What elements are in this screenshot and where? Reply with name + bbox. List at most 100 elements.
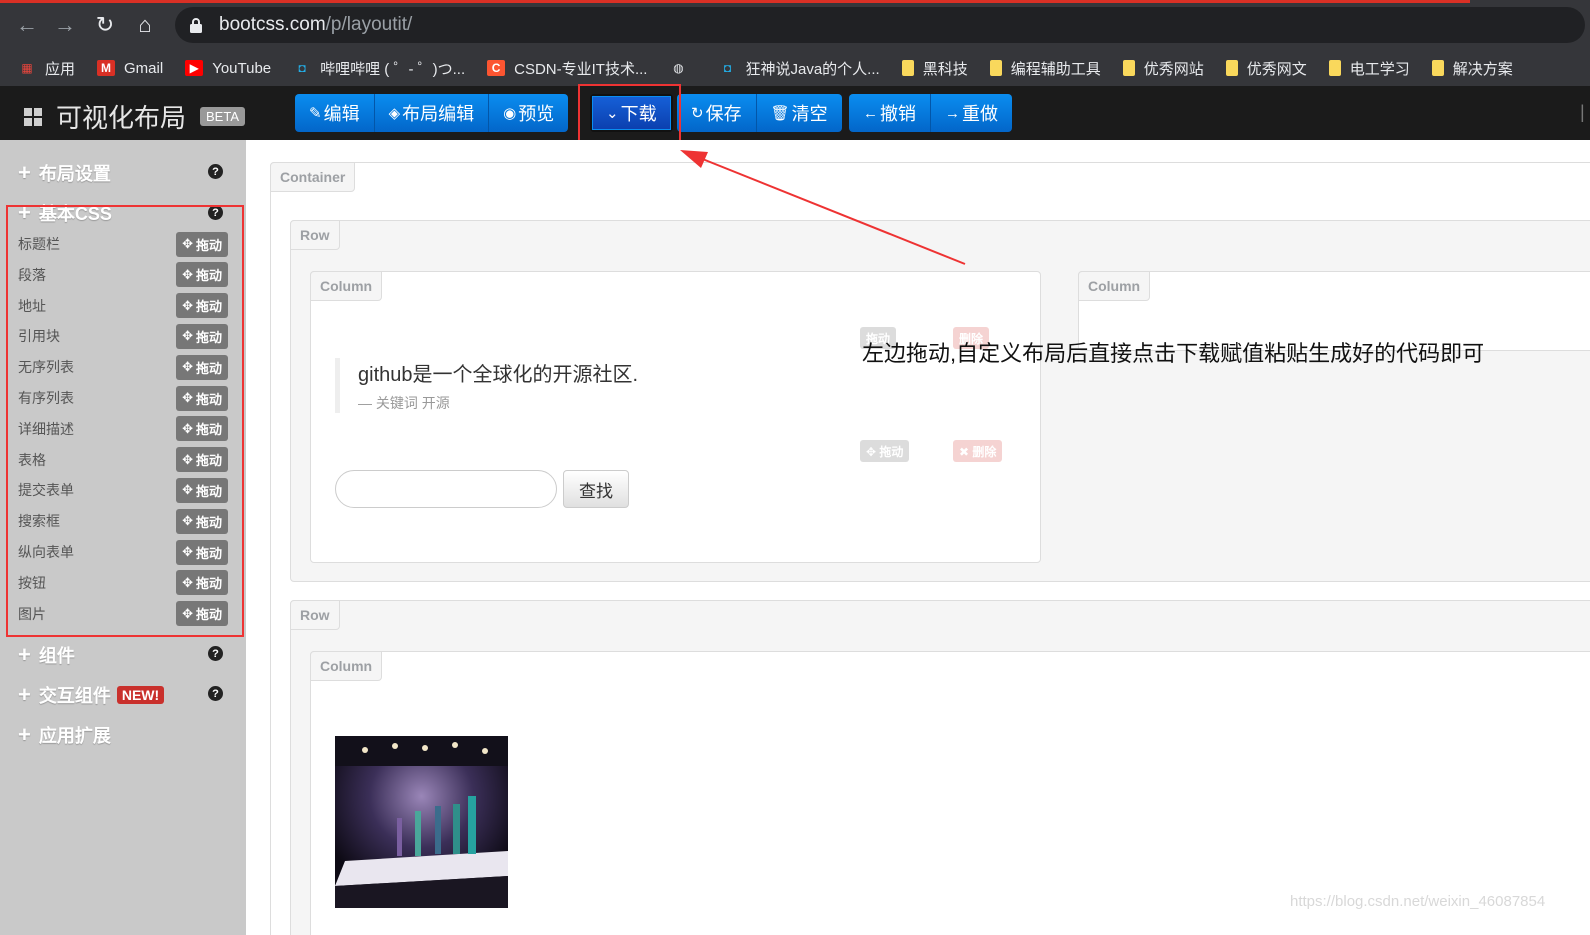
annotation-text: 左边拖动,自定义布局后直接点击下载赋值粘贴生成好的代码即可 (862, 341, 1485, 366)
bookmark-item[interactable]: ◍ (669, 60, 696, 76)
edit-button-group: ✎ 编辑 ◈ 布局编辑 ◉ 预览 (295, 94, 569, 132)
section-label: 组件 (38, 646, 75, 666)
home-icon[interactable]: ⌂ (130, 10, 160, 40)
brand-title: 可视化布局 (56, 103, 187, 133)
canvas-area: Container Row Column 拖动 删除 github是一个全球化的… (246, 140, 1590, 935)
bookmark-item[interactable]: 黑科技 (901, 58, 968, 79)
bookmark-item[interactable]: ◘ 狂神说Java的个人... (718, 58, 880, 79)
section-layout-settings[interactable]: + 布局设置 (18, 160, 111, 186)
layout-edit-button[interactable]: ◈ 布局编辑 (374, 94, 490, 132)
bookmark-label: Gmail (124, 59, 164, 77)
arrow-left-icon: ← (863, 104, 878, 122)
section-app-extensions[interactable]: + 应用扩展 (18, 722, 111, 748)
bookmark-label: YouTube (212, 59, 272, 77)
eye-icon: ◉ (503, 105, 517, 122)
bookmark-item[interactable]: 优秀网文 (1225, 58, 1307, 79)
edit-label: 编辑 (323, 104, 360, 124)
bookmark-item[interactable]: 解决方案 (1431, 58, 1513, 79)
forward-icon[interactable]: → (50, 10, 80, 40)
folder-icon (1225, 60, 1238, 76)
folder-icon (1122, 60, 1135, 76)
url-path: /p/layoutit/ (325, 14, 413, 35)
help-icon[interactable]: ? (208, 686, 223, 701)
apps-grid-icon: ▦ (21, 61, 33, 75)
layout-icon: ◈ (388, 105, 401, 122)
url-host: bootcss.com (219, 14, 326, 35)
folder-icon (1328, 60, 1341, 76)
youtube-icon: ▶ (185, 60, 204, 76)
lock-icon (189, 17, 205, 33)
help-icon[interactable]: ? (208, 646, 223, 661)
search-input[interactable] (335, 470, 557, 508)
globe-icon: ◍ (673, 61, 684, 75)
bookmark-item[interactable]: ▦ 应用 (18, 58, 75, 79)
watermark: https://blog.csdn.net/weixin_46087854 (1290, 893, 1546, 910)
bookmark-label: 优秀网文 (1246, 60, 1307, 78)
section-components[interactable]: + 组件 (18, 642, 75, 668)
bookmark-label: 解决方案 (1452, 60, 1513, 78)
annotation-arrow (680, 150, 966, 265)
basic-css-highlight-box (6, 205, 244, 637)
folder-icon (989, 60, 1002, 76)
edit-button[interactable]: ✎ 编辑 (295, 94, 375, 132)
redo-label: 重做 (962, 104, 998, 124)
brand[interactable]: 可视化布局 BETA (24, 98, 246, 135)
section-label: 交互组件 (38, 686, 111, 706)
loading-bar (0, 0, 1470, 3)
bookmark-label: 哔哩哔哩 ( ゜- ゜)つ... (320, 60, 466, 78)
save-label: 保存 (705, 104, 742, 124)
clear-button[interactable]: 🗑 清空 (756, 94, 842, 132)
bookmark-item[interactable]: ▶ YouTube (185, 60, 271, 77)
drag-button[interactable]: ✥ 拖动 (860, 440, 910, 462)
section-label: 布局设置 (38, 164, 111, 184)
beta-badge: BETA (200, 107, 246, 126)
redo-button[interactable]: → 重做 (931, 94, 1012, 132)
bilibili-icon: ◘ (298, 61, 306, 75)
runway-photo (335, 736, 508, 908)
clear-label: 清空 (791, 104, 828, 124)
preview-button[interactable]: ◉ 预览 (489, 94, 569, 132)
bookmark-item[interactable]: M Gmail (97, 60, 163, 77)
bookmark-item[interactable]: ◘ 哔哩哔哩 ( ゜- ゜)つ... (293, 58, 466, 79)
arrow-right-icon: → (945, 104, 960, 122)
bookmark-label: 编程辅助工具 (1010, 60, 1101, 78)
plus-icon: + (18, 722, 31, 747)
bookmark-label: 应用 (45, 60, 76, 78)
delete-button[interactable]: ✖ 删除 (953, 440, 1003, 462)
save-clear-group: ↻ 保存 🗑 清空 (677, 94, 842, 132)
bookmarks-bar: ▦ 应用 M Gmail ▶ YouTube ◘ 哔哩哔哩 ( ゜- ゜)つ... C CSDN-… (0, 50, 1590, 86)
reload-icon[interactable]: ↻ (90, 10, 120, 40)
save-icon: ↻ (691, 105, 704, 122)
address-bar[interactable]: bootcss.com/p/layoutit/ (175, 7, 1585, 43)
layout-edit-label: 布局编辑 (402, 104, 475, 124)
save-button[interactable]: ↻ 保存 (677, 94, 757, 132)
trash-icon: 🗑 (770, 105, 790, 122)
edit-icon: ✎ (309, 105, 322, 122)
plus-icon: + (18, 682, 31, 707)
bookmark-item[interactable]: 优秀网站 (1122, 58, 1204, 79)
bookmark-label: 黑科技 (922, 60, 968, 78)
search-button[interactable]: 查找 (563, 470, 629, 508)
row-panel[interactable]: Row Column (290, 600, 1590, 935)
grid-logo-icon (24, 107, 42, 126)
navbar-edge-icon: | (1580, 102, 1585, 122)
browser-toolbar: ← → ↻ ⌂ bootcss.com/p/layoutit/ (0, 0, 1590, 50)
help-icon[interactable]: ? (208, 164, 223, 179)
plus-icon: + (18, 642, 31, 667)
back-icon[interactable]: ← (12, 10, 42, 40)
section-interactive-components[interactable]: + 交互组件 NEW! (18, 682, 165, 708)
bookmark-label: CSDN-专业IT技术... (514, 60, 648, 78)
undo-button[interactable]: ← 撤销 (849, 94, 931, 132)
folder-icon (1431, 60, 1444, 76)
bookmark-label: 优秀网站 (1143, 60, 1204, 78)
section-label: 应用扩展 (38, 726, 111, 746)
bookmark-item[interactable]: C CSDN-专业IT技术... (487, 58, 647, 79)
bookmark-label: 狂神说Java的个人... (745, 60, 880, 78)
column-tag[interactable]: Column (310, 651, 383, 681)
bookmark-item[interactable]: 电工学习 (1328, 58, 1410, 79)
app-navbar: 可视化布局 BETA ✎ 编辑 ◈ 布局编辑 ◉ 预览 ⌄ 下载 ↻ 保存 🗑 清空 ← 撤销… (0, 86, 1590, 140)
undo-redo-group: ← 撤销 → 重做 (849, 94, 1012, 132)
row-tag[interactable]: Row (290, 600, 340, 630)
bookmark-item[interactable]: 编程辅助工具 (989, 58, 1101, 79)
delete-label: 删除 (972, 445, 997, 459)
